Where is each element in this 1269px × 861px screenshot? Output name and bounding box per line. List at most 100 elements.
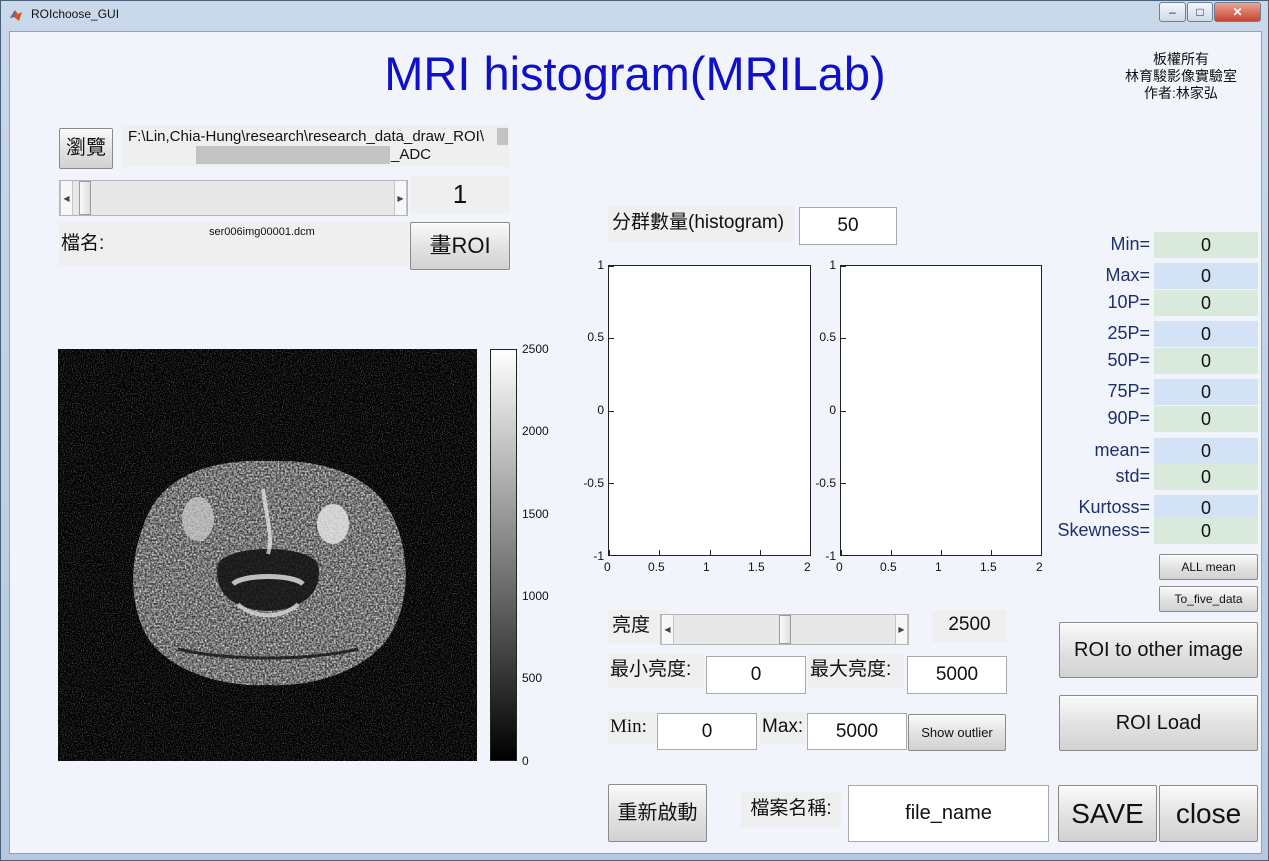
stat-value: 0	[1154, 348, 1258, 374]
minimize-icon: –	[1169, 5, 1176, 19]
colorbar-tick-label: 2500	[522, 342, 549, 356]
slider-thumb[interactable]	[779, 615, 791, 644]
x-tick-mark	[760, 550, 761, 555]
stat-value: 0	[1154, 518, 1258, 544]
slider-left-arrow-icon[interactable]: ◀	[661, 615, 674, 644]
slider-right-arrow-icon[interactable]: ▶	[895, 615, 908, 644]
slider-right-arrow-icon[interactable]: ▶	[394, 181, 407, 215]
y-tick-mark	[841, 555, 846, 556]
file-name-panel: 檔名: ser006img00001.dcm	[59, 222, 409, 266]
slider-left-arrow-icon[interactable]: ◀	[60, 181, 73, 215]
y-tick-label: 1	[829, 258, 836, 272]
y-tick-mark	[609, 266, 614, 267]
x-tick-label: 2	[804, 560, 811, 574]
axes-2-x-ticks: 0 0.5 1 1.5 2	[830, 560, 1054, 578]
matlab-icon	[9, 8, 23, 22]
slider-thumb[interactable]	[79, 181, 91, 215]
x-tick-mark	[659, 550, 660, 555]
stat-label: 50P=	[1107, 350, 1150, 370]
save-button[interactable]: SAVE	[1058, 785, 1157, 842]
y-tick-label: -0.5	[583, 476, 604, 490]
restart-button[interactable]: 重新啟動	[608, 784, 707, 842]
axes-2-y-ticks: 1 0.5 0 -0.5 -1	[806, 258, 838, 563]
stat-label: mean=	[1094, 440, 1150, 460]
y-tick-label: 0.5	[819, 330, 836, 344]
range-min-input[interactable]: 0	[657, 713, 757, 750]
stats-panel: Min= 0 Max= 0 10P= 0 25P= 0 50P= 0 75P= 0 90P= 0 mean=…	[1030, 232, 1262, 562]
window-titlebar[interactable]: ROIchoose_GUI – □ ✕	[1, 1, 1269, 29]
max-brightness-label: 最大亮度:	[808, 654, 904, 688]
stat-label: std=	[1115, 466, 1150, 486]
colorbar	[490, 349, 517, 761]
histogram-bins-input[interactable]: 50	[799, 207, 897, 245]
window-title: ROIchoose_GUI	[31, 7, 120, 21]
x-tick-mark	[710, 550, 711, 555]
stat-label: Kurtoss=	[1078, 497, 1150, 517]
range-max-input[interactable]: 5000	[807, 713, 907, 750]
x-tick-label: 0.5	[648, 560, 665, 574]
stat-label: 10P=	[1107, 292, 1150, 312]
y-tick-mark	[841, 411, 846, 412]
slice-slider[interactable]: ◀ ▶	[59, 180, 408, 216]
y-tick-mark	[609, 411, 614, 412]
file-name-value: ser006img00001.dcm	[209, 226, 315, 238]
y-tick-label: -0.5	[815, 476, 836, 490]
file-name-label: 檔名:	[61, 233, 105, 254]
stat-value: 0	[1154, 406, 1258, 432]
draw-roi-button[interactable]: 畫ROI	[410, 222, 510, 270]
close-button[interactable]: close	[1159, 785, 1258, 842]
browse-button[interactable]: 瀏覽	[59, 128, 113, 169]
y-tick-mark	[609, 338, 614, 339]
colorbar-tick-label: 1000	[522, 589, 549, 603]
y-tick-mark	[609, 483, 614, 484]
histogram-axes-2	[840, 265, 1042, 556]
close-window-button[interactable]: ✕	[1214, 2, 1261, 22]
x-tick-label: 0	[604, 560, 611, 574]
range-max-label: Max:	[760, 712, 806, 744]
x-tick-mark	[991, 550, 992, 555]
stat-value: 0	[1154, 464, 1258, 490]
min-brightness-label: 最小亮度:	[608, 654, 704, 688]
copyright-block: 板權所有 林育駿影像實驗室 作者:林家弘	[1102, 51, 1260, 102]
colorbar-ticks: 2500 2000 1500 1000 500 0	[518, 342, 563, 768]
axes-1-x-ticks: 0 0.5 1 1.5 2	[598, 560, 822, 578]
colorbar-tick-label: 500	[522, 671, 543, 685]
brightness-label: 亮度	[608, 610, 668, 644]
minimize-button[interactable]: –	[1159, 2, 1186, 22]
copyright-line: 林育駿影像實驗室	[1125, 68, 1237, 84]
stat-label: Min=	[1110, 234, 1150, 254]
roi-to-other-image-button[interactable]: ROI to other image	[1059, 622, 1258, 678]
max-brightness-input[interactable]: 5000	[907, 656, 1007, 694]
brightness-slider[interactable]: ◀ ▶	[660, 614, 909, 645]
path-display: F:\Lin,Chia-Hung\research\research_data_…	[122, 125, 509, 167]
file-name-save-label: 檔案名稱:	[741, 792, 841, 828]
all-mean-button[interactable]: ALL mean	[1159, 554, 1258, 580]
stat-value: 0	[1154, 438, 1258, 464]
range-min-label: Min:	[608, 712, 656, 744]
brightness-value: 2500	[932, 610, 1007, 642]
maximize-button[interactable]: □	[1187, 2, 1213, 22]
y-tick-label: 0	[829, 403, 836, 417]
maximize-icon: □	[1196, 5, 1204, 19]
min-brightness-input[interactable]: 0	[706, 656, 806, 694]
stat-value: 0	[1154, 379, 1258, 405]
stat-value: 0	[1154, 290, 1258, 316]
to-five-data-button[interactable]: To_five_data	[1159, 586, 1258, 612]
path-line-1: F:\Lin,Chia-Hung\research\research_data_…	[128, 128, 485, 145]
y-tick-mark	[841, 483, 846, 484]
roi-load-button[interactable]: ROI Load	[1059, 695, 1258, 751]
stat-label: Skewness=	[1057, 520, 1150, 540]
stat-label: Max=	[1105, 265, 1150, 285]
mri-image[interactable]	[58, 349, 477, 761]
path-line-2: _ADC	[391, 146, 432, 163]
x-tick-label: 1	[703, 560, 710, 574]
file-name-input[interactable]: file_name	[848, 785, 1049, 842]
y-tick-label: 0	[597, 403, 604, 417]
y-tick-mark	[609, 555, 614, 556]
x-tick-label: 0.5	[880, 560, 897, 574]
copyright-line: 板權所有	[1153, 51, 1209, 67]
stat-value: 0	[1154, 232, 1258, 258]
x-tick-label: 2	[1036, 560, 1043, 574]
y-tick-mark	[841, 266, 846, 267]
show-outlier-button[interactable]: Show outlier	[908, 714, 1006, 751]
